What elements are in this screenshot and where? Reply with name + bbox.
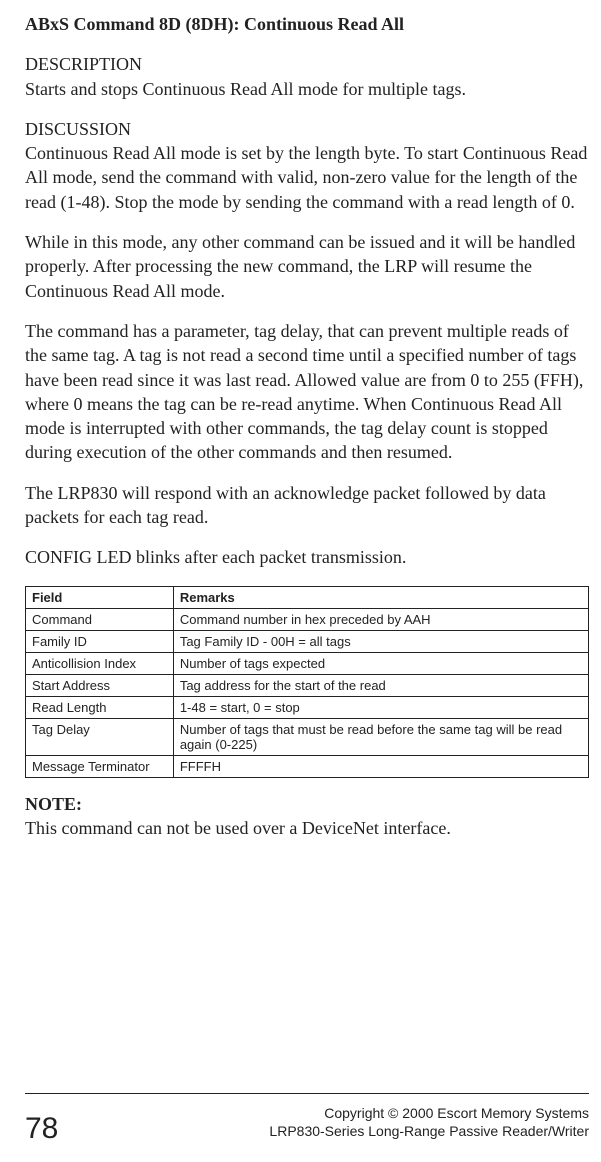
table-row: Tag Delay Number of tags that must be re… <box>26 718 589 755</box>
cell-field: Message Terminator <box>26 755 174 777</box>
footer-product: LRP830-Series Long-Range Passive Reader/… <box>269 1123 589 1139</box>
discussion-p5: CONFIG LED blinks after each packet tran… <box>25 545 589 569</box>
cell-remarks: 1-48 = start, 0 = stop <box>173 696 588 718</box>
discussion-p1: Continuous Read All mode is set by the l… <box>25 141 589 214</box>
note-text: This command can not be used over a Devi… <box>25 816 589 840</box>
table-row: Anticollision Index Number of tags expec… <box>26 652 589 674</box>
header-remarks: Remarks <box>173 586 588 608</box>
cell-field: Start Address <box>26 674 174 696</box>
description-text: Starts and stops Continuous Read All mod… <box>25 77 589 101</box>
cell-remarks: FFFFH <box>173 755 588 777</box>
discussion-p4: The LRP830 will respond with an acknowle… <box>25 481 589 530</box>
note-label: NOTE: <box>25 792 589 816</box>
table-row: Message Terminator FFFFH <box>26 755 589 777</box>
footer-text: Copyright © 2000 Escort Memory Systems L… <box>269 1104 589 1140</box>
header-field: Field <box>26 586 174 608</box>
cell-remarks: Number of tags that must be read before … <box>173 718 588 755</box>
table-row: Start Address Tag address for the start … <box>26 674 589 696</box>
table-row: Family ID Tag Family ID - 00H = all tags <box>26 630 589 652</box>
footer-copyright: Copyright © 2000 Escort Memory Systems <box>324 1105 589 1121</box>
table-row: Command Command number in hex preceded b… <box>26 608 589 630</box>
field-table: Field Remarks Command Command number in … <box>25 586 589 778</box>
cell-remarks: Command number in hex preceded by AAH <box>173 608 588 630</box>
page: ABxS Command 8D (8DH): Continuous Read A… <box>0 0 601 1162</box>
table-row: Read Length 1-48 = start, 0 = stop <box>26 696 589 718</box>
table-header-row: Field Remarks <box>26 586 589 608</box>
cell-field: Anticollision Index <box>26 652 174 674</box>
discussion-label: DISCUSSION <box>25 117 589 141</box>
page-title: ABxS Command 8D (8DH): Continuous Read A… <box>25 12 589 36</box>
footer-divider <box>25 1093 589 1094</box>
page-number: 78 <box>25 1112 58 1146</box>
cell-remarks: Tag address for the start of the read <box>173 674 588 696</box>
discussion-p3: The command has a parameter, tag delay, … <box>25 319 589 465</box>
cell-remarks: Number of tags expected <box>173 652 588 674</box>
cell-remarks: Tag Family ID - 00H = all tags <box>173 630 588 652</box>
discussion-p2: While in this mode, any other command ca… <box>25 230 589 303</box>
cell-field: Command <box>26 608 174 630</box>
cell-field: Read Length <box>26 696 174 718</box>
cell-field: Family ID <box>26 630 174 652</box>
cell-field: Tag Delay <box>26 718 174 755</box>
description-label: DESCRIPTION <box>25 52 589 76</box>
